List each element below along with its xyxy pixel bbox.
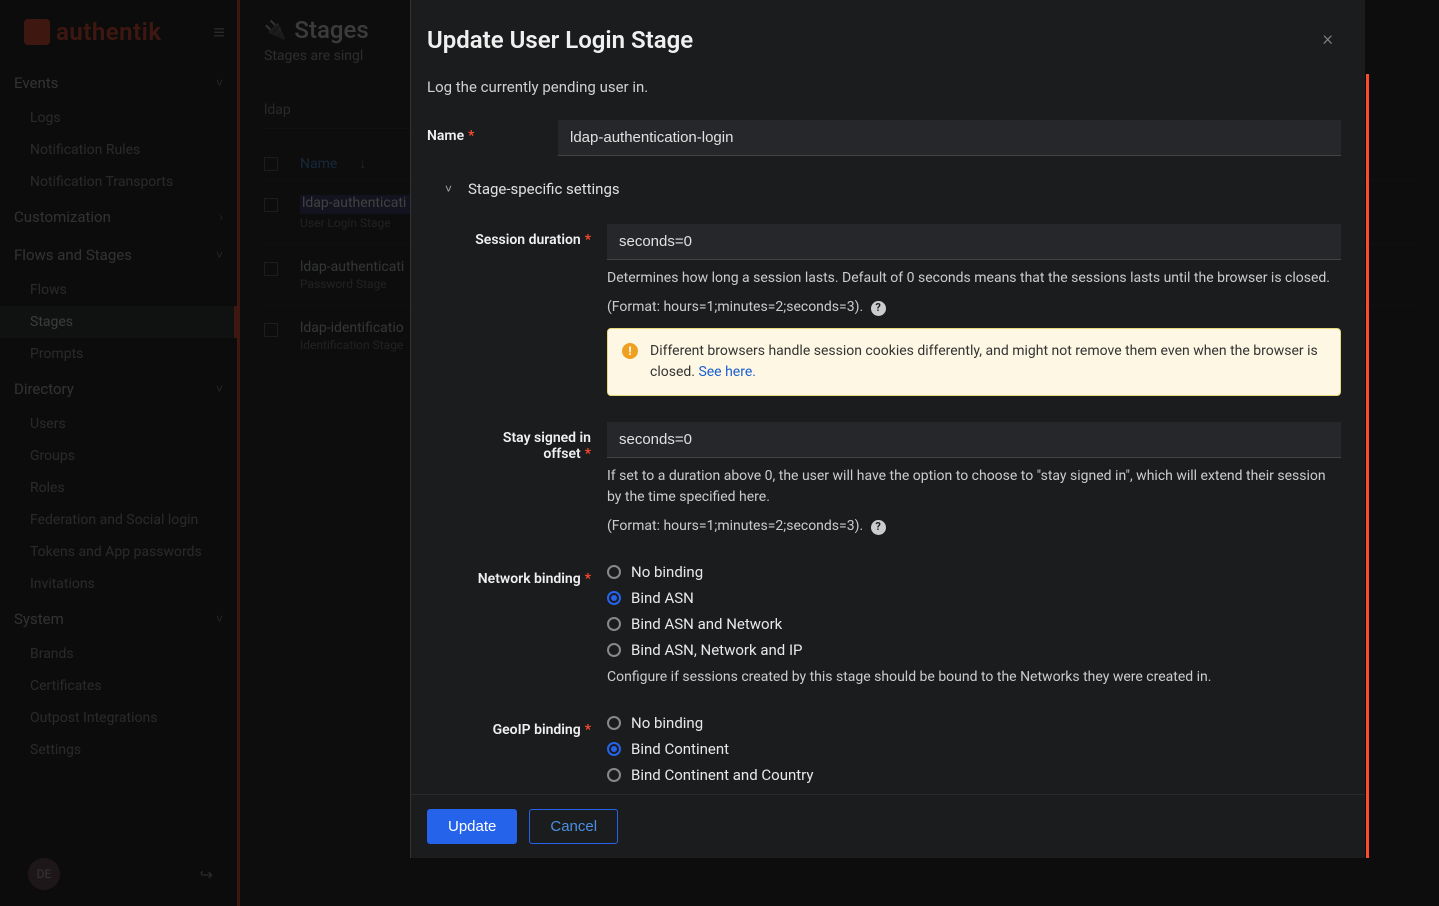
network-binding-radio-group: No binding Bind ASN Bind ASN and Network Bi…	[607, 563, 1341, 659]
name-label: Name*	[427, 120, 542, 144]
radio-option[interactable]: Bind Continent	[607, 740, 1341, 758]
radio-icon	[607, 742, 621, 756]
geoip-binding-label: GeoIP binding*	[471, 714, 591, 738]
radio-option[interactable]: Bind ASN, Network and IP	[607, 641, 1341, 659]
radio-option[interactable]: No binding	[607, 714, 1341, 732]
radio-icon	[607, 617, 621, 631]
stay-signed-input[interactable]	[607, 422, 1341, 458]
session-alert: ! Different browsers handle session cook…	[607, 328, 1341, 396]
network-binding-row: Network binding* No binding Bind ASN Bind …	[471, 563, 1341, 688]
radio-option[interactable]: No binding	[607, 563, 1341, 581]
session-duration-help1: Determines how long a session lasts. Def…	[607, 268, 1341, 289]
stay-signed-help2: (Format: hours=1;minutes=2;seconds=3). ?	[607, 516, 1341, 537]
session-duration-label: Session duration*	[471, 224, 591, 248]
network-binding-help: Configure if sessions created by this st…	[607, 667, 1341, 688]
session-duration-input[interactable]	[607, 224, 1341, 260]
help-icon[interactable]: ?	[871, 301, 886, 316]
radio-icon	[607, 643, 621, 657]
warning-icon: !	[622, 343, 638, 359]
radio-option[interactable]: Bind ASN and Network	[607, 615, 1341, 633]
radio-icon	[607, 591, 621, 605]
modal-description: Log the currently pending user in.	[427, 78, 1341, 96]
chevron-down-icon: ˅	[445, 182, 452, 196]
radio-icon	[607, 768, 621, 782]
radio-option[interactable]: Bind ASN	[607, 589, 1341, 607]
name-row: Name*	[427, 120, 1341, 156]
help-icon[interactable]: ?	[871, 520, 886, 535]
update-button[interactable]: Update	[427, 809, 517, 844]
modal-header: Update User Login Stage ×	[411, 0, 1365, 70]
network-binding-label: Network binding*	[471, 563, 591, 587]
accent-bar	[1366, 74, 1369, 858]
section-toggle[interactable]: ˅ Stage-specific settings	[445, 180, 1341, 198]
session-duration-row: Session duration* Determines how long a …	[471, 224, 1341, 396]
stay-signed-row: Stay signed in offset* If set to a durat…	[471, 422, 1341, 537]
stay-signed-label: Stay signed in offset*	[471, 422, 591, 462]
radio-icon	[607, 565, 621, 579]
geoip-binding-radio-group: No binding Bind Continent Bind Continent a…	[607, 714, 1341, 794]
close-icon[interactable]: ×	[1323, 26, 1333, 50]
name-input[interactable]	[558, 120, 1341, 156]
cancel-button[interactable]: Cancel	[529, 809, 618, 844]
modal: Update User Login Stage × Log the curren…	[410, 0, 1365, 858]
modal-body: Log the currently pending user in. Name*…	[411, 70, 1365, 794]
modal-title: Update User Login Stage	[427, 26, 693, 54]
alert-link[interactable]: See here.	[698, 364, 756, 380]
modal-footer: Update Cancel	[411, 794, 1365, 858]
radio-option[interactable]: Bind Continent and Country	[607, 766, 1341, 784]
stay-signed-help1: If set to a duration above 0, the user w…	[607, 466, 1341, 508]
session-duration-help2: (Format: hours=1;minutes=2;seconds=3). ?	[607, 297, 1341, 318]
geoip-binding-row: GeoIP binding* No binding Bind Continent B…	[471, 714, 1341, 794]
radio-icon	[607, 716, 621, 730]
